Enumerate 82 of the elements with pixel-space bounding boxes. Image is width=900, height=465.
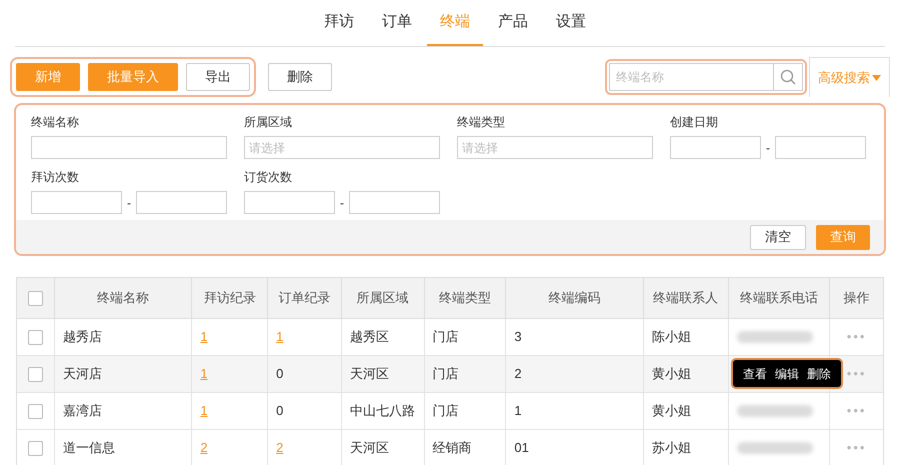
more-button[interactable]: ••• <box>846 438 866 458</box>
range-start-field[interactable] <box>670 136 761 159</box>
delete-button[interactable]: 删除 <box>268 63 332 91</box>
select-all-checkbox[interactable] <box>28 290 43 306</box>
row-checkbox[interactable] <box>28 330 43 344</box>
more-button[interactable]: ••• <box>846 364 866 384</box>
select-field[interactable]: 请选择 <box>244 136 440 159</box>
table-cell-text: 1 <box>514 402 522 420</box>
table-cell-text: 天河店 <box>62 365 102 384</box>
input-field[interactable] <box>31 136 227 159</box>
table-cell-text: 门店 <box>432 365 459 384</box>
menu-action[interactable]: 删除 <box>807 364 831 382</box>
range-end-field[interactable] <box>136 191 227 214</box>
advanced-search-toggle[interactable]: 高级搜索 <box>809 57 890 97</box>
record-link[interactable]: 1 <box>276 327 284 347</box>
table-cell-text: 经销商 <box>432 439 472 458</box>
range-separator: - <box>765 140 771 156</box>
column-header: 终端名称 <box>97 289 150 308</box>
field-label: 拜访次数 <box>31 169 80 185</box>
more-button[interactable]: ••• <box>846 327 866 347</box>
row-checkbox[interactable] <box>28 366 43 382</box>
toolbar-button[interactable]: 新增 <box>16 63 80 91</box>
field-label: 创建日期 <box>670 114 719 130</box>
toolbar-button[interactable]: 批量导入 <box>88 63 178 91</box>
column-header: 操作 <box>844 289 870 308</box>
column-header: 订单纪录 <box>278 289 330 308</box>
range-end-field[interactable] <box>775 136 866 159</box>
table-cell-text: 嘉湾店 <box>62 402 102 420</box>
column-header: 拜访纪录 <box>204 289 256 308</box>
field-label: 终端类型 <box>457 114 506 130</box>
table-cell-text: 3 <box>514 328 522 346</box>
range-separator: - <box>339 194 345 212</box>
search-icon[interactable] <box>774 63 803 91</box>
menu-action[interactable]: 编辑 <box>775 364 799 382</box>
record-link[interactable]: 2 <box>200 438 208 458</box>
field-label: 所属区域 <box>244 114 293 130</box>
query-button[interactable]: 查询 <box>816 224 870 250</box>
range-end-field[interactable] <box>349 191 440 214</box>
table-cell-text: 黄小姐 <box>652 365 691 384</box>
record-link[interactable]: 1 <box>200 364 208 384</box>
clear-button[interactable]: 清空 <box>750 224 806 250</box>
table-cell-text: 天河区 <box>350 439 389 458</box>
column-header: 终端类型 <box>438 289 491 308</box>
column-header: 终端联系电话 <box>740 289 818 308</box>
nav-tab[interactable]: 终端 <box>427 0 483 46</box>
record-link[interactable]: 1 <box>200 401 208 421</box>
table-cell-text: 01 <box>514 439 529 458</box>
record-count: 0 <box>276 402 284 420</box>
record-link[interactable]: 1 <box>200 327 208 347</box>
table-cell-text: 天河区 <box>350 365 389 384</box>
menu-action[interactable]: 查看 <box>743 364 767 382</box>
caret-icon <box>872 74 881 80</box>
more-button[interactable]: ••• <box>846 401 866 421</box>
field-label: 终端名称 <box>31 114 80 130</box>
table-cell-text: 中山七八路 <box>350 402 415 420</box>
column-header: 终端联系人 <box>653 289 718 308</box>
table-cell-text: 2 <box>514 365 522 384</box>
column-header: 所属区域 <box>356 289 409 308</box>
record-link[interactable]: 2 <box>276 438 284 458</box>
nav-tab[interactable]: 设置 <box>543 0 599 46</box>
record-count: 0 <box>276 365 284 384</box>
table-cell-text: 苏小姐 <box>652 439 691 458</box>
toolbar-button[interactable]: 导出 <box>186 63 250 91</box>
table-cell-text: 越秀店 <box>62 328 102 346</box>
field-label: 订货次数 <box>244 169 293 185</box>
select-field[interactable]: 请选择 <box>457 136 653 159</box>
column-header: 终端编码 <box>548 289 601 308</box>
nav-tab[interactable]: 拜访 <box>311 0 367 46</box>
range-start-field[interactable] <box>31 191 122 214</box>
search-field[interactable]: 终端名称 <box>609 63 774 91</box>
range-start-field[interactable] <box>244 191 335 214</box>
nav-tab[interactable]: 产品 <box>485 0 541 46</box>
row-checkbox[interactable] <box>28 404 43 418</box>
table-cell-text: 越秀区 <box>350 328 389 346</box>
range-separator: - <box>126 194 132 212</box>
table-cell-text: 道一信息 <box>62 439 115 458</box>
table-cell-text: 黄小姐 <box>652 402 691 420</box>
row-checkbox[interactable] <box>28 440 43 456</box>
table-cell-text: 门店 <box>432 328 459 346</box>
table-cell-text: 门店 <box>432 402 459 420</box>
nav-tab[interactable]: 订单 <box>369 0 425 46</box>
table-cell-text: 陈小姐 <box>652 328 691 346</box>
